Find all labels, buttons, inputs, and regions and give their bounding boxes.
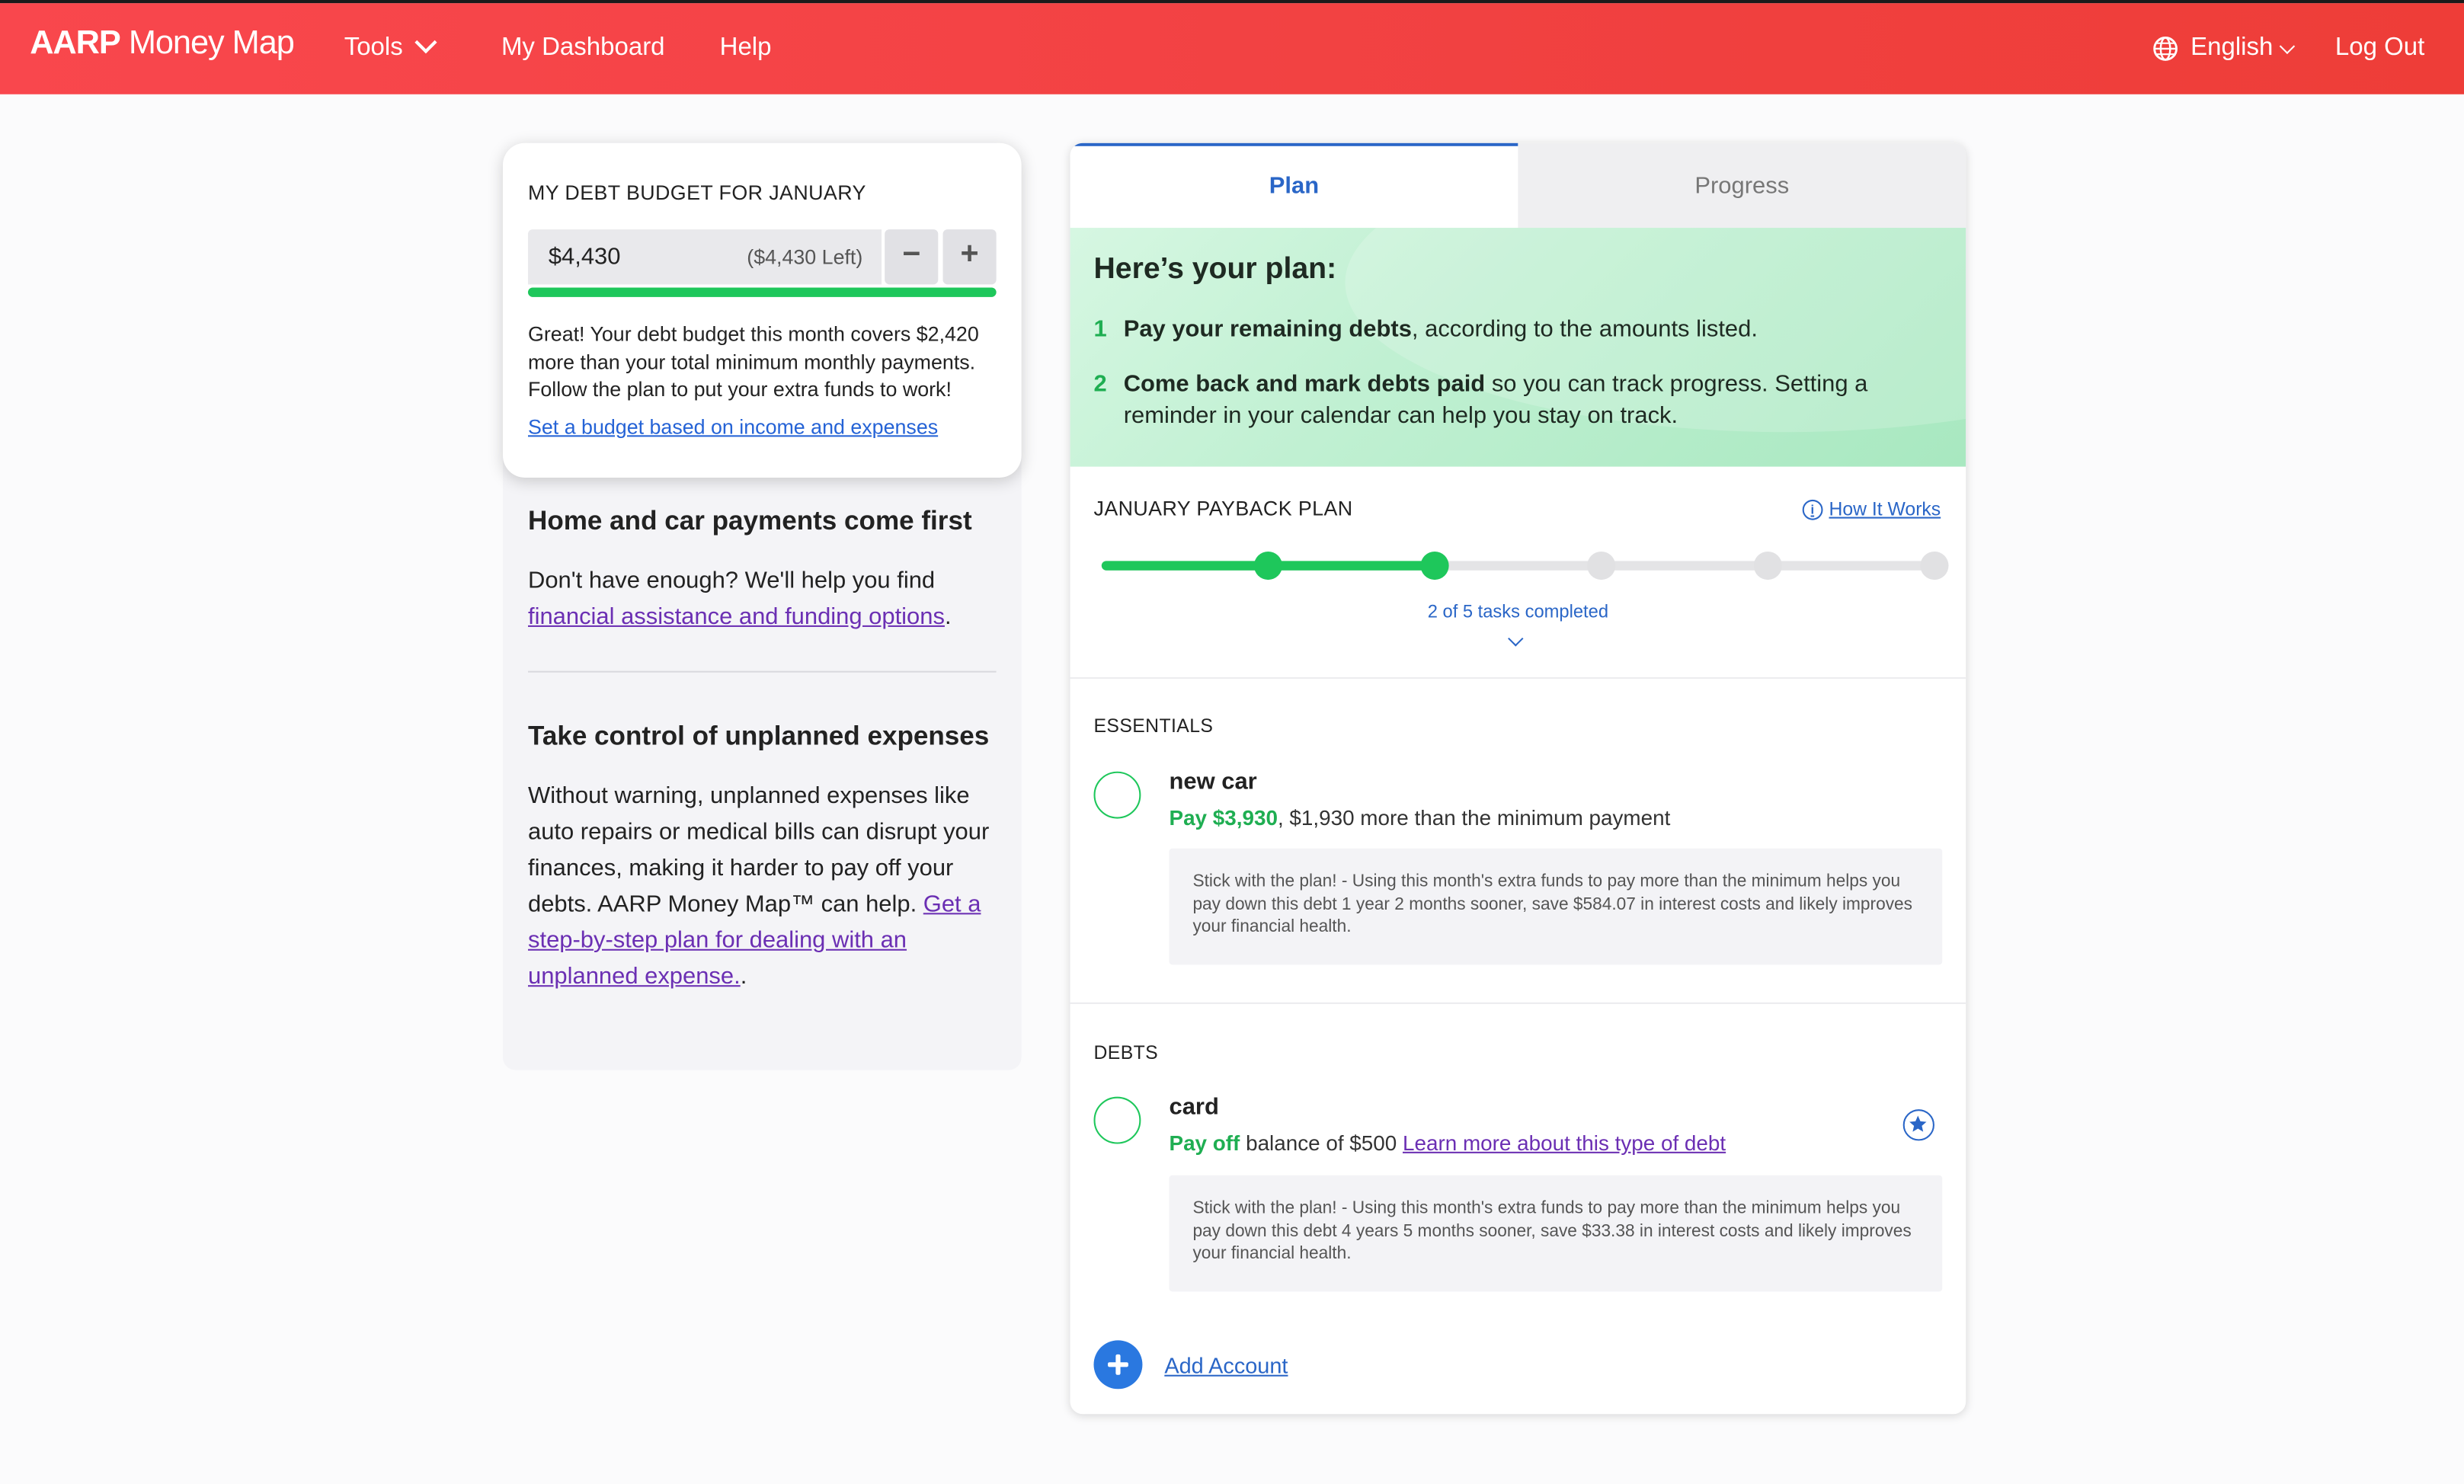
account-tip-note: Stick with the plan! - Using this month'… (1169, 848, 1943, 965)
nav-tools-menu[interactable]: Tools (344, 31, 438, 62)
account-name: new car (1169, 768, 1257, 795)
account-payment-detail: Pay off balance of $500 Learn more about… (1169, 1131, 1726, 1155)
task-progress-dot (1920, 551, 1949, 580)
star-icon (1909, 1115, 1927, 1132)
top-navigation-bar: AARP Money Map Tools My Dashboard Help E… (0, 0, 2464, 94)
essentials-label: ESSENTIALS (1093, 715, 1214, 737)
increase-budget-button[interactable]: + (942, 229, 997, 285)
log-out-link[interactable]: Log Out (2335, 34, 2424, 62)
unplanned-expenses-heading: Take control of unplanned expenses (528, 721, 990, 751)
tab-progress[interactable]: Progress (1518, 142, 1966, 229)
payback-plan-title: JANUARY PAYBACK PLAN (1093, 496, 1353, 520)
budget-progress-fill (528, 287, 997, 297)
step-number: 2 (1093, 370, 1107, 398)
plan-card: Plan Progress Here’s your plan: 1 Pay yo… (1070, 142, 1966, 1415)
plan-hero-banner: Here’s your plan: 1 Pay your remaining d… (1070, 228, 1966, 467)
step-number: 1 (1093, 315, 1107, 343)
add-account-icon[interactable] (1093, 1340, 1143, 1390)
budget-remaining: ($4,430 Left) (747, 245, 863, 269)
task-progress-track (1101, 551, 1949, 580)
tasks-completed-toggle[interactable]: 2 of 5 tasks completed (1070, 603, 1966, 622)
nav-my-dashboard[interactable]: My Dashboard (501, 34, 665, 62)
divider (528, 670, 997, 673)
task-progress-dot (1587, 551, 1616, 580)
tab-plan[interactable]: Plan (1070, 142, 1518, 229)
plan-hero-title: Here’s your plan: (1093, 253, 1337, 286)
home-car-text: Don't have enough? We'll help you find f… (528, 567, 952, 631)
globe-icon (2153, 37, 2178, 61)
section-separator (1070, 1002, 1966, 1004)
account-name: card (1169, 1093, 1219, 1121)
unplanned-expenses-text: Without warning, unplanned expenses like… (528, 782, 990, 990)
mark-paid-checkbox[interactable] (1093, 1096, 1141, 1144)
priority-star-button[interactable] (1902, 1109, 1934, 1141)
budget-amount-input[interactable]: $4,430 ($4,430 Left) (528, 229, 882, 285)
nav-help[interactable]: Help (720, 34, 772, 62)
language-selector[interactable]: English (2153, 34, 2296, 62)
chevron-down-icon (2280, 37, 2296, 54)
add-account-link[interactable]: Add Account (1164, 1353, 1288, 1378)
plan-step-1: 1 Pay your remaining debts, according to… (1094, 315, 1912, 346)
info-icon: i (1802, 498, 1823, 520)
budget-progress-bar (528, 287, 997, 297)
aarp-money-map-logo[interactable]: AARP Money Map (30, 25, 295, 63)
budget-amount: $4,430 (548, 243, 621, 270)
section-separator (1070, 676, 1966, 679)
home-car-heading: Home and car payments come first (528, 506, 972, 536)
plan-step-2: 2 Come back and mark debts paid so you c… (1094, 369, 1912, 433)
info-side-panel: Home and car payments come first Don't h… (503, 456, 1022, 1070)
learn-more-debt-link[interactable]: Learn more about this type of debt (1403, 1131, 1726, 1155)
task-progress-dot (1753, 551, 1782, 580)
task-progress-dot (1420, 551, 1449, 580)
chevron-down-icon (415, 31, 438, 54)
budget-title: MY DEBT BUDGET FOR JANUARY (528, 181, 866, 205)
budget-message: Great! Your debt budget this month cover… (528, 321, 979, 401)
debts-label: DEBTS (1093, 1041, 1159, 1064)
financial-assistance-link[interactable]: financial assistance and funding options (528, 603, 945, 630)
mark-paid-checkbox[interactable] (1093, 771, 1141, 819)
decrease-budget-button[interactable]: − (885, 229, 939, 285)
set-budget-link[interactable]: Set a budget based on income and expense… (528, 415, 938, 439)
debt-budget-card: MY DEBT BUDGET FOR JANUARY $4,430 ($4,43… (503, 142, 1022, 478)
chevron-down-icon[interactable] (1508, 631, 1524, 647)
task-progress-dot (1253, 551, 1282, 580)
account-tip-note: Stick with the plan! - Using this month'… (1169, 1175, 1943, 1292)
how-it-works-link[interactable]: i How It Works (1802, 498, 1941, 520)
account-payment-detail: Pay $3,930, $1,930 more than the minimum… (1169, 806, 1671, 830)
